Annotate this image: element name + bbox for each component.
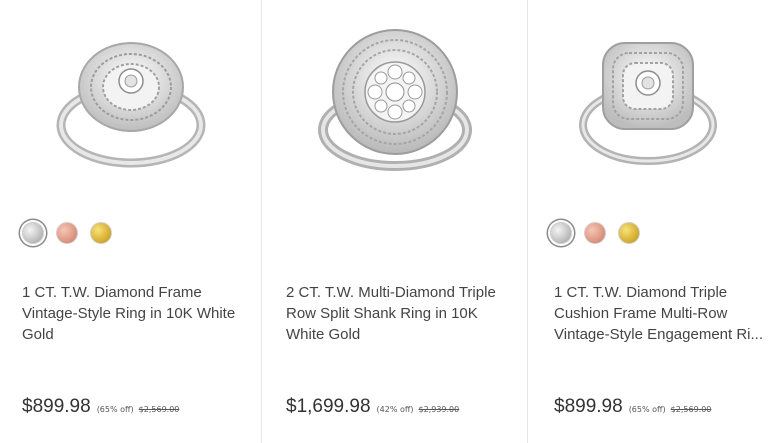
- price-row: $899.98 (65% off) $2,569.00: [22, 396, 179, 418]
- product-image[interactable]: [528, 0, 768, 200]
- sale-price: $1,699.98: [286, 396, 371, 417]
- product-title[interactable]: 2 CT. T.W. Multi-Diamond Triple Row Spli…: [286, 282, 510, 345]
- product-card[interactable]: 1 CT. T.W. Diamond Frame Vintage-Style R…: [0, 0, 262, 443]
- price-row: $899.98 (65% off) $2,569.00: [554, 396, 711, 418]
- product-card[interactable]: 2 CT. T.W. Multi-Diamond Triple Row Spli…: [262, 0, 528, 443]
- rose-gold-swatch[interactable]: [584, 222, 606, 244]
- discount-label: (65% off): [96, 405, 134, 414]
- sale-price: $899.98: [22, 396, 91, 417]
- metal-swatches: [22, 222, 112, 244]
- product-card[interactable]: 1 CT. T.W. Diamond Triple Cushion Frame …: [528, 0, 768, 443]
- price-row: $1,699.98 (42% off) $2,939.00: [286, 396, 459, 418]
- sale-price: $899.98: [554, 396, 623, 417]
- metal-swatches: [550, 222, 640, 244]
- original-price: $2,569.00: [138, 405, 180, 414]
- yellow-gold-swatch[interactable]: [90, 222, 112, 244]
- original-price: $2,569.00: [670, 405, 712, 414]
- yellow-gold-swatch[interactable]: [618, 222, 640, 244]
- white-gold-swatch[interactable]: [22, 222, 44, 244]
- product-title[interactable]: 1 CT. T.W. Diamond Triple Cushion Frame …: [554, 282, 764, 345]
- product-title[interactable]: 1 CT. T.W. Diamond Frame Vintage-Style R…: [22, 282, 244, 345]
- ring-image: [579, 42, 717, 165]
- product-image[interactable]: [0, 0, 261, 200]
- discount-label: (65% off): [628, 405, 666, 414]
- product-image[interactable]: [262, 0, 527, 200]
- discount-label: (42% off): [376, 405, 414, 414]
- original-price: $2,939.00: [418, 405, 460, 414]
- white-gold-swatch[interactable]: [550, 222, 572, 244]
- rose-gold-swatch[interactable]: [56, 222, 78, 244]
- ring-image: [317, 29, 472, 171]
- product-grid: 1 CT. T.W. Diamond Frame Vintage-Style R…: [0, 0, 768, 443]
- ring-image: [56, 42, 205, 168]
